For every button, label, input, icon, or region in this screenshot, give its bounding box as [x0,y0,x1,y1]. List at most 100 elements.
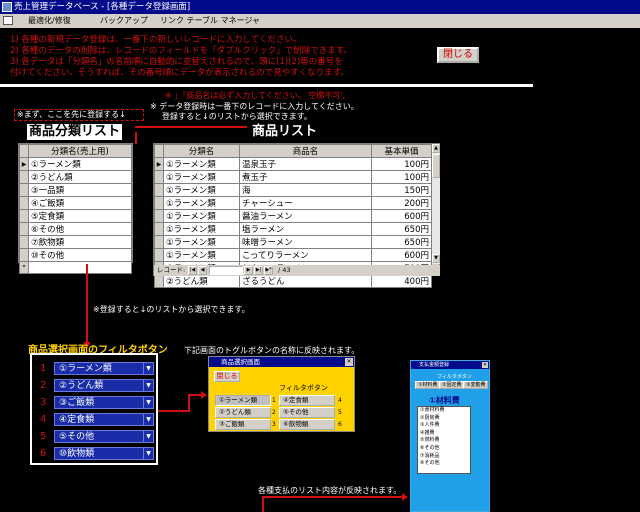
toggle-button[interactable]: ④定食類 [279,395,335,406]
menu-item-link-table-manager[interactable]: リンク テーブル マネージャ [160,14,260,28]
filter-select[interactable]: ①ラーメン類 ▼ [54,362,154,375]
expense-list[interactable]: ①食材料費 ②厨房費 ③人件費 ④雑費 ⑤燃料費 ⑥その他 ⑦消耗品 ⑧その他 [417,406,471,474]
filter-button[interactable]: ①材料費 [415,381,441,389]
chevron-down-icon[interactable]: ▼ [143,397,153,408]
table-row[interactable]: ①ラーメン類 こってりラーメン 600円 [154,248,432,262]
category-cell[interactable]: ⑥その他 [28,222,132,236]
divider [0,84,533,87]
toggle-button[interactable]: ①ラーメン類 [215,395,271,406]
last-record-icon[interactable]: ▶| [254,266,263,275]
new-record-row[interactable]: * [19,261,132,274]
category-cell[interactable]: ⑤定食類 [28,209,132,223]
record-navigator: レコード: |◀ ◀ ▶ ▶| ▶* / 43 [154,265,440,276]
first-record-icon[interactable]: |◀ [188,266,197,275]
table-row[interactable]: ⑤定食類 [19,209,132,223]
hint-list-select: 登録すると↓のリストから選択できます。 [162,112,312,121]
scroll-up-icon[interactable]: ▲ [432,144,440,153]
table-row[interactable]: ⑥その他 [19,222,132,236]
category-cell[interactable]: ②うどん類 [28,170,132,184]
menu-item-optimize[interactable]: 最適化/修復 [28,14,71,28]
table-row[interactable]: ③一品類 [19,183,132,197]
prev-record-icon[interactable]: ◀ [198,266,207,275]
table-row[interactable]: ⑩その他 [19,248,132,262]
window-title: 商品選択画面 [209,357,354,367]
table-row[interactable]: ④ご飯類 [19,196,132,210]
filter-label: フィルタボタン [279,384,328,392]
table-row[interactable]: ①ラーメン類 塩ラーメン 650円 [154,222,432,236]
app-icon [2,2,12,12]
window-title: 支払金額登録 [411,361,489,369]
title-bar: 売上管理データベース - [各種データ登録画面] [0,0,640,14]
chevron-down-icon[interactable]: ▼ [143,363,153,374]
hint-expense: 各種支払のリスト内容が反映されます。 [258,486,402,495]
table-row[interactable]: ①ラーメン類海 150円 [154,183,432,197]
close-icon[interactable]: ✕ [482,362,488,368]
window-title: 売上管理データベース - [各種データ登録画面] [14,2,191,12]
filter-row: 2 ②うどん類 ▼ [32,378,156,393]
close-button[interactable]: 閉じる [437,47,479,63]
arrow-right-icon [201,391,207,399]
connector-line [86,264,88,344]
filter-select[interactable]: ⑩飲物類 ▼ [54,447,154,460]
filter-select[interactable]: ④定食類 ▼ [54,413,154,426]
table-row[interactable]: ①ラーメン類 醤油ラーメン 600円 [154,209,432,223]
filter-select[interactable]: ⑤その他 ▼ [54,430,154,443]
list-item[interactable]: ⑤燃料費 [418,437,470,445]
connector-line [135,126,247,128]
chevron-down-icon[interactable]: ▼ [143,431,153,442]
category-cell[interactable]: ⑦飲物類 [28,235,132,249]
table-row[interactable]: ②うどん類 ざるうどん 400円 [154,274,432,288]
table-row[interactable]: ⑦飲物類 [19,235,132,249]
category-cell[interactable]: ⑩その他 [28,248,132,262]
column-header-product[interactable]: 商品名 [239,144,372,158]
record-label: レコード: [157,266,186,274]
table-row[interactable]: ②うどん類 [19,170,132,184]
table-row[interactable]: ①ラーメン類 煮玉子 100円 [154,170,432,184]
next-record-icon[interactable]: ▶ [244,266,253,275]
connector-line [188,394,202,396]
table-row[interactable]: ①ラーメン類 チャーシュー 200円 [154,196,432,210]
menu-item-backup[interactable]: バックアップ [100,14,148,28]
filter-button[interactable]: ②固定費 [439,381,465,389]
scroll-thumb[interactable] [432,154,440,178]
close-button[interactable]: 閉じる [214,371,240,382]
filter-button[interactable]: ③変動費 [463,381,489,389]
table-row[interactable]: ▶ ①ラーメン類 温泉玉子 100円 [154,157,432,171]
chevron-down-icon[interactable]: ▼ [143,380,153,391]
filter-select[interactable]: ②うどん類 ▼ [54,379,154,392]
column-header-category[interactable]: 分類名 [163,144,240,158]
filter-label: フィルタボタン [437,374,472,380]
toggle-button[interactable]: ⑥飲物類 [279,419,335,430]
connector-line [158,410,188,412]
list-item[interactable]: ⑧その他 [418,460,470,468]
column-header-category[interactable]: 分類名(売上用) [28,144,132,158]
vertical-scrollbar[interactable]: ▲ ▼ [431,144,440,264]
scroll-down-icon[interactable]: ▼ [432,254,440,263]
form-icon[interactable] [3,16,13,25]
table-row[interactable]: ▶ ①ラーメン類 [19,157,132,171]
product-select-window: 商品選択画面 ✕ 閉じる フィルタボタン ①ラーメン類 ②うどん類 ③ご飯類 ④… [208,356,355,432]
note-4: 付けてください。そうすれば、その番号順にデータが表示されるので見やすくなります。 [10,68,349,78]
table-row[interactable]: ①ラーメン類 味噌ラーメン 650円 [154,235,432,249]
category-cell[interactable]: ③一品類 [28,183,132,197]
toggle-button[interactable]: ③ご飯類 [215,419,271,430]
expense-heading: ①材料費 [429,396,460,405]
list-item[interactable]: ①食材料費 [418,407,470,415]
record-number-input[interactable] [209,266,243,275]
filter-select[interactable]: ③ご飯類 ▼ [54,396,154,409]
hint-register-first: ※まず、ここを先に登録する↓ [14,109,144,121]
column-header-price[interactable]: 基本単価 [371,144,432,158]
new-record-icon[interactable]: ▶* [264,266,273,275]
record-total: / 43 [278,266,291,274]
close-icon[interactable]: ✕ [345,358,353,366]
connector-line [262,496,264,512]
category-cell[interactable]: ①ラーメン類 [28,157,132,171]
list-item[interactable]: ⑥その他 [418,445,470,453]
category-cell[interactable]: ④ご飯類 [28,196,132,210]
list-item[interactable]: ③人件費 [418,422,470,430]
toggle-button[interactable]: ⑤その他 [279,407,335,418]
chevron-down-icon[interactable]: ▼ [143,448,153,459]
toggle-button[interactable]: ②うどん類 [215,407,271,418]
filter-row: 3 ③ご飯類 ▼ [32,395,156,410]
chevron-down-icon[interactable]: ▼ [143,414,153,425]
